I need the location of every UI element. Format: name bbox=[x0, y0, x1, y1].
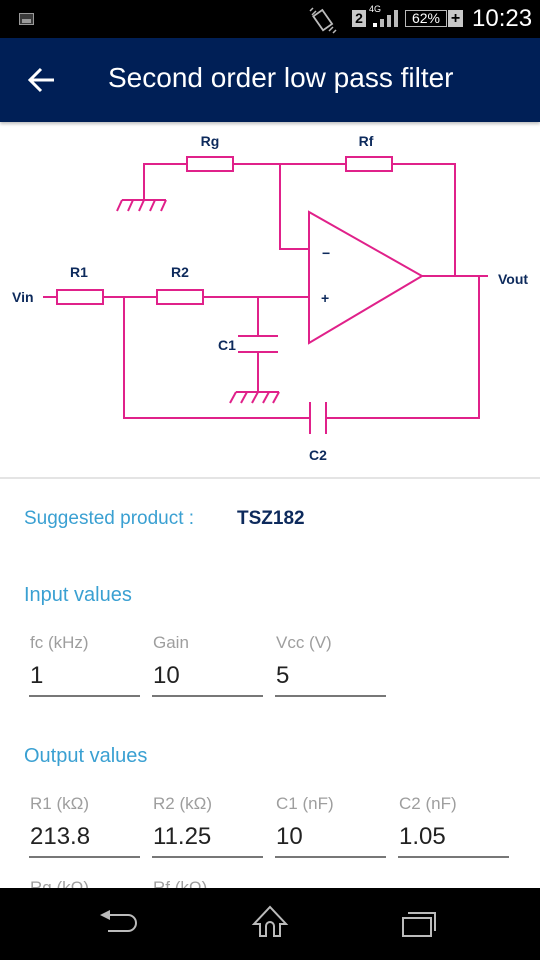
system-nav-bar bbox=[0, 888, 540, 960]
signal-icon bbox=[373, 10, 398, 27]
field-label: Gain bbox=[153, 633, 189, 652]
resistor-rf bbox=[345, 156, 393, 172]
wire-c2-left bbox=[123, 297, 310, 419]
field-underline bbox=[29, 856, 140, 858]
field-underline bbox=[29, 695, 140, 697]
label-c1: C1 bbox=[218, 337, 236, 353]
rg-wire bbox=[143, 163, 187, 200]
battery-level: 62% bbox=[405, 10, 447, 27]
input-values-title: Input values bbox=[24, 584, 132, 606]
charging-plus-icon: + bbox=[448, 10, 463, 27]
field-label: Vcc (V) bbox=[276, 633, 332, 652]
r2-output[interactable] bbox=[153, 820, 264, 854]
field-vcc: Vcc (V) bbox=[275, 633, 387, 697]
suggested-product-label: Suggested product : bbox=[24, 508, 195, 529]
field-label: C2 (nF) bbox=[399, 794, 457, 813]
field-underline bbox=[152, 695, 263, 697]
field-label: C1 (nF) bbox=[276, 794, 334, 813]
field-label: fc (kHz) bbox=[30, 633, 89, 652]
field-fc: fc (kHz) bbox=[29, 633, 141, 697]
resistor-r1 bbox=[56, 289, 104, 305]
field-gain: Gain bbox=[152, 633, 264, 697]
schematic-diagram: Rg Rf R1 R2 Vin Vout C1 C2 − + bbox=[12, 133, 528, 463]
wire-rf-out bbox=[392, 163, 456, 276]
field-r2: R2 (kΩ) bbox=[152, 794, 264, 858]
label-plus: + bbox=[321, 290, 329, 306]
field-underline bbox=[398, 856, 509, 858]
field-r1: R1 (kΩ) bbox=[29, 794, 141, 858]
circuit-schematic: Rg Rf R1 R2 Vin Vout C1 C2 − + bbox=[0, 122, 540, 476]
field-label: R1 (kΩ) bbox=[30, 794, 89, 813]
resistor-rg bbox=[186, 156, 234, 172]
opamp-triangle bbox=[308, 210, 424, 345]
c2-output[interactable] bbox=[399, 820, 510, 854]
output-values-title: Output values bbox=[24, 745, 148, 767]
label-minus: − bbox=[322, 245, 330, 261]
back-icon[interactable] bbox=[92, 902, 152, 946]
label-rg: Rg bbox=[201, 133, 220, 149]
label-r2: R2 bbox=[171, 264, 189, 280]
vibrate-icon bbox=[309, 7, 337, 34]
gain-input[interactable] bbox=[153, 659, 264, 693]
page-title: Second order low pass filter bbox=[108, 62, 454, 93]
arrow-left-icon[interactable] bbox=[26, 64, 58, 96]
c1-output[interactable] bbox=[276, 820, 387, 854]
resistor-r2 bbox=[156, 289, 204, 305]
field-c2: C2 (nF) bbox=[398, 794, 510, 858]
recents-icon[interactable] bbox=[390, 902, 450, 946]
field-c1: C1 (nF) bbox=[275, 794, 387, 858]
fc-input[interactable] bbox=[30, 659, 141, 693]
label-vout: Vout bbox=[498, 271, 528, 287]
clock: 10:23 bbox=[472, 5, 533, 32]
status-bar: 2 4G 62% + 10:23 bbox=[0, 0, 540, 38]
label-rf: Rf bbox=[359, 133, 374, 149]
suggested-product-value[interactable]: TSZ182 bbox=[237, 508, 305, 530]
label-vin: Vin bbox=[12, 289, 34, 305]
gallery-icon bbox=[19, 13, 34, 25]
field-underline bbox=[152, 856, 263, 858]
section-divider bbox=[0, 477, 540, 479]
app-bar: Second order low pass filter bbox=[0, 38, 540, 122]
wire-inverting bbox=[279, 164, 309, 250]
home-icon[interactable] bbox=[240, 902, 300, 946]
r1-output[interactable] bbox=[30, 820, 141, 854]
wire-c2-right bbox=[326, 276, 480, 419]
label-c2: C2 bbox=[309, 447, 327, 463]
label-r1: R1 bbox=[70, 264, 88, 280]
field-underline bbox=[275, 695, 386, 697]
vcc-input[interactable] bbox=[276, 659, 387, 693]
field-underline bbox=[275, 856, 386, 858]
sim-slot-badge: 2 bbox=[352, 10, 366, 27]
field-label: R2 (kΩ) bbox=[153, 794, 212, 813]
